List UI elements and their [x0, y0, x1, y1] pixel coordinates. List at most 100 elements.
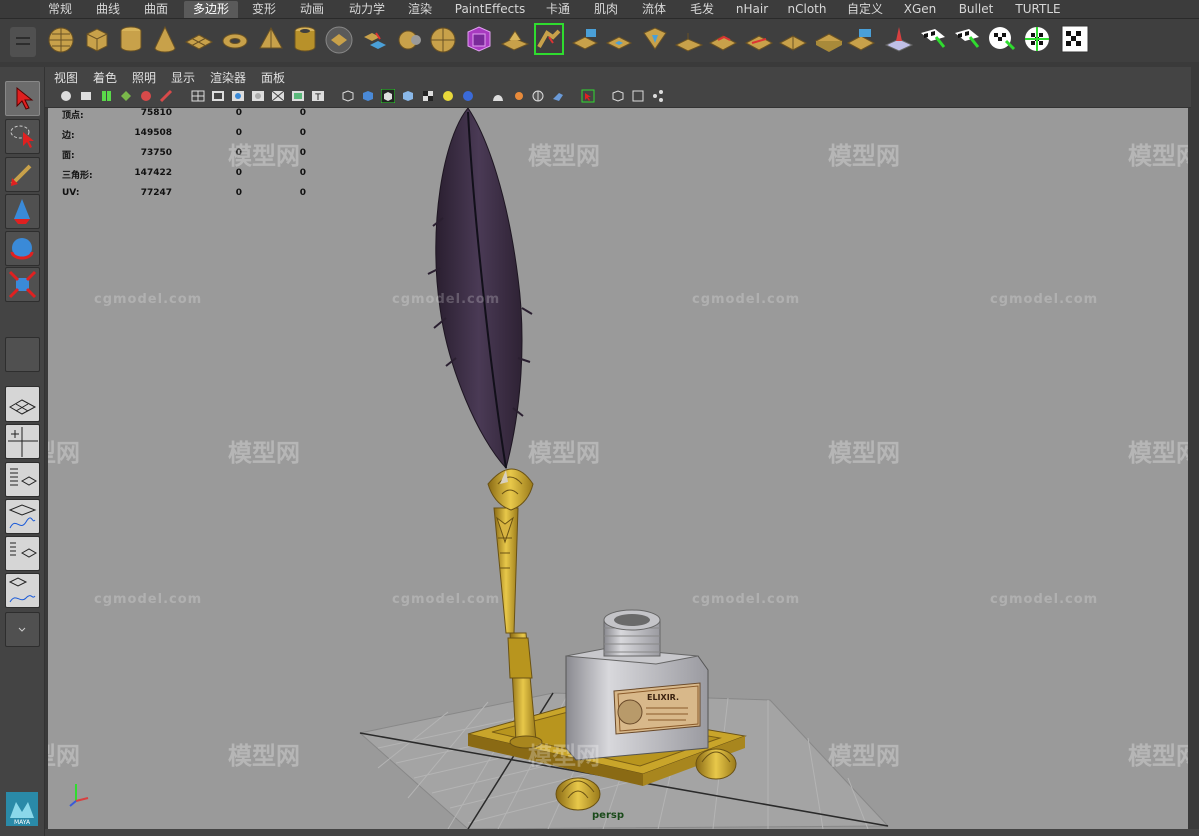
layout-persp-graph-button[interactable] [5, 499, 40, 534]
uv-automatic-icon[interactable] [1022, 23, 1052, 55]
tab-rendering[interactable]: 渲染 [402, 1, 438, 18]
separate-icon[interactable] [396, 23, 426, 55]
shadows-icon[interactable] [461, 89, 475, 103]
bookmark-icon[interactable] [99, 89, 113, 103]
uv-planar-icon[interactable] [918, 23, 948, 55]
safe-title-icon[interactable]: T [311, 89, 325, 103]
tab-general[interactable]: 常规 [42, 1, 78, 18]
depth-of-field-icon[interactable] [551, 89, 565, 103]
menu-show[interactable]: 显示 [171, 69, 195, 86]
anti-aliasing-icon[interactable] [531, 89, 545, 103]
use-all-lights-icon[interactable] [441, 89, 455, 103]
tab-deformation[interactable]: 变形 [246, 1, 282, 18]
tab-custom[interactable]: 自定义 [842, 1, 888, 18]
fill-hole-icon[interactable] [604, 23, 634, 55]
paint-select-tool-button[interactable] [5, 157, 40, 192]
safe-action-icon[interactable] [291, 89, 305, 103]
camera-select-icon[interactable] [59, 89, 73, 103]
layout-four-view-button[interactable] [5, 424, 40, 459]
combine-icon[interactable] [360, 23, 390, 55]
tab-bullet[interactable]: Bullet [954, 1, 998, 18]
perspective-viewport[interactable]: ELIXIR. 顶点: 75810 0 0 边: 149508 0 0 面: 7… [48, 108, 1188, 829]
tab-xgen[interactable]: XGen [900, 1, 940, 18]
tab-turtle[interactable]: TURTLE [1010, 1, 1066, 18]
smooth-proxy-icon[interactable] [464, 23, 494, 55]
scale-tool-button[interactable] [5, 267, 40, 302]
split-polygon-icon[interactable] [744, 23, 774, 55]
screen-ao-icon[interactable] [491, 89, 505, 103]
tab-polygons[interactable]: 多边形 [184, 1, 238, 18]
tab-fur[interactable]: 毛发 [684, 1, 720, 18]
rotate-tool-button[interactable] [5, 231, 40, 266]
uv-cylindrical-icon[interactable] [952, 23, 982, 55]
camera-attributes-icon[interactable] [79, 89, 93, 103]
lasso-tool-button[interactable] [5, 119, 40, 154]
split-edgering-icon[interactable] [846, 23, 876, 55]
poly-pipe-icon[interactable] [290, 23, 320, 55]
menu-shading[interactable]: 着色 [93, 69, 117, 86]
tab-fluids[interactable]: 流体 [636, 1, 672, 18]
image-plane-icon[interactable] [119, 89, 133, 103]
isolate-select-icon[interactable] [581, 89, 595, 103]
xray-joints-icon[interactable] [631, 89, 645, 103]
xray-active-icon[interactable] [611, 89, 625, 103]
tab-toon[interactable]: 卡通 [540, 1, 576, 18]
tab-curves[interactable]: 曲线 [90, 1, 126, 18]
smooth-icon[interactable] [428, 23, 458, 55]
textured-icon[interactable] [421, 89, 435, 103]
tab-painteffects[interactable]: PaintEffects [450, 1, 530, 18]
2d-pan-zoom-icon[interactable] [139, 89, 153, 103]
shelf-menu-handle[interactable] [10, 27, 36, 57]
poly-platonic-icon[interactable] [324, 23, 354, 55]
bridge-icon[interactable] [534, 23, 564, 55]
tab-animation[interactable]: 动画 [294, 1, 330, 18]
film-gate-icon[interactable] [211, 89, 225, 103]
tab-ncloth[interactable]: nCloth [782, 1, 832, 18]
grid-toggle-icon[interactable] [191, 89, 205, 103]
last-tool-button[interactable] [5, 337, 40, 372]
poly-pyramid-icon[interactable] [256, 23, 286, 55]
offset-edgeloop-icon[interactable] [814, 23, 844, 55]
uv-spherical-icon[interactable] [986, 23, 1016, 55]
field-chart-icon[interactable] [271, 89, 285, 103]
tab-muscle[interactable]: 肌肉 [588, 1, 624, 18]
bevel-icon[interactable] [708, 23, 738, 55]
poke-icon[interactable] [674, 23, 704, 55]
menu-panels[interactable]: 面板 [261, 69, 285, 86]
menu-renderer[interactable]: 渲染器 [210, 69, 246, 86]
layout-hypershade-persp-button[interactable] [5, 536, 40, 571]
wireframe-on-shaded-icon[interactable] [381, 89, 395, 103]
smooth-shade-icon[interactable] [361, 89, 375, 103]
poly-cylinder-icon[interactable] [116, 23, 146, 55]
xray-icon[interactable] [401, 89, 415, 103]
motion-blur-icon[interactable] [511, 89, 525, 103]
gate-mask-icon[interactable] [251, 89, 265, 103]
poly-cube-icon[interactable] [82, 23, 112, 55]
move-tool-button[interactable] [5, 194, 40, 229]
poly-plane-icon[interactable] [184, 23, 214, 55]
bottle-label-brand: ELIXIR. [647, 693, 679, 702]
layout-persp-outliner-graph-button[interactable] [5, 573, 40, 608]
tab-nhair[interactable]: nHair [732, 1, 772, 18]
resolution-gate-icon[interactable] [231, 89, 245, 103]
layout-dropdown-button[interactable] [5, 612, 40, 647]
grease-pencil-icon[interactable] [159, 89, 173, 103]
layout-outliner-persp-button[interactable] [5, 462, 40, 497]
uv-editor-icon[interactable] [1060, 23, 1090, 55]
layout-single-perspective-button[interactable] [5, 386, 40, 422]
poly-sphere-icon[interactable] [46, 23, 76, 55]
append-polygon-icon[interactable] [570, 23, 600, 55]
hud-toggle-icon[interactable] [651, 89, 665, 103]
poly-torus-icon[interactable] [220, 23, 250, 55]
insert-edgeloop-icon[interactable] [778, 23, 808, 55]
extrude-icon[interactable] [500, 23, 530, 55]
select-tool-button[interactable] [5, 81, 40, 116]
sculpt-icon[interactable] [884, 23, 914, 55]
menu-view[interactable]: 视图 [54, 69, 78, 86]
tab-dynamics[interactable]: 动力学 [342, 1, 392, 18]
poly-cone-icon[interactable] [150, 23, 180, 55]
tab-surfaces[interactable]: 曲面 [138, 1, 174, 18]
menu-lighting[interactable]: 照明 [132, 69, 156, 86]
wireframe-icon[interactable] [341, 89, 355, 103]
wedge-icon[interactable] [640, 23, 670, 55]
